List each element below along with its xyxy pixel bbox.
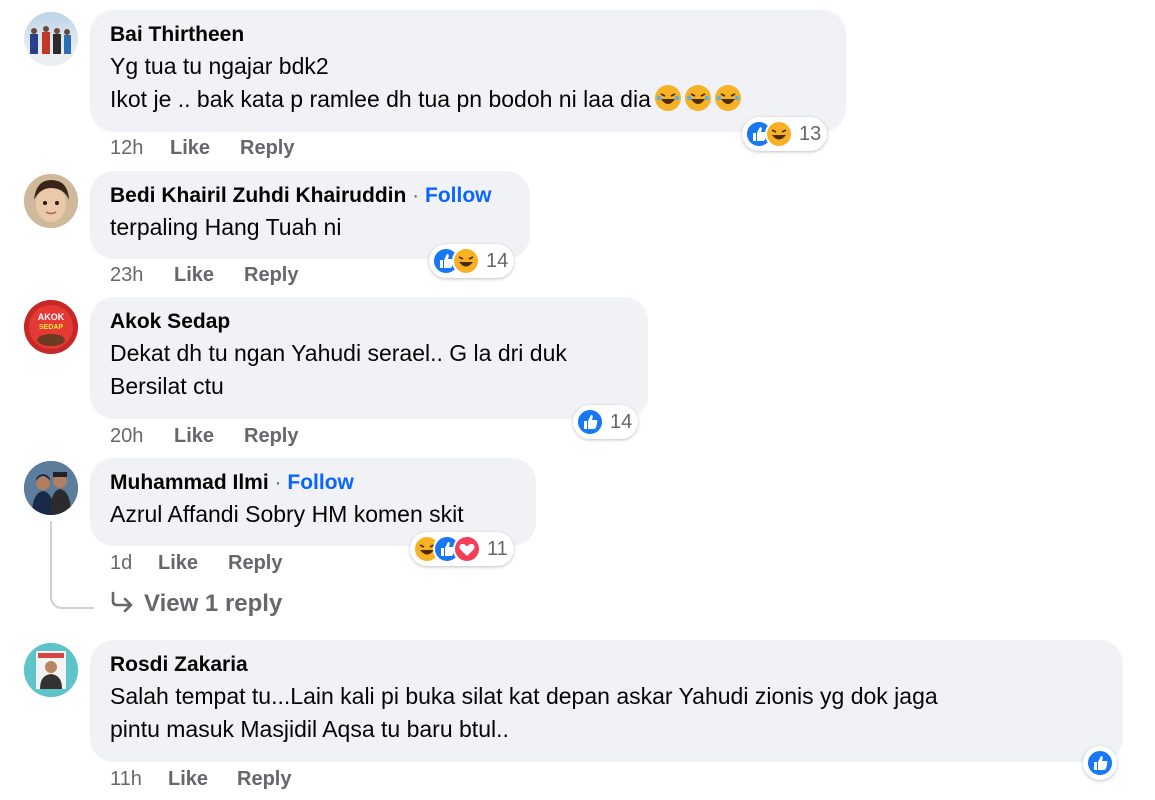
like-link[interactable]: Like bbox=[174, 425, 214, 448]
comment-author[interactable]: Akok Sedap bbox=[110, 307, 628, 337]
comment-text-line: Bersilat ctu bbox=[110, 373, 224, 399]
reaction-summary[interactable]: 14 bbox=[429, 244, 515, 278]
comment-author[interactable]: Bedi Khairil Zuhdi Khairuddin bbox=[110, 184, 406, 207]
comment-bubble: Rosdi Zakaria Salah tempat tu...Lain kal… bbox=[90, 640, 1123, 762]
like-reaction-icon bbox=[1086, 749, 1114, 777]
comment-author[interactable]: Rosdi Zakaria bbox=[110, 650, 1103, 680]
avatar-photo bbox=[24, 174, 78, 228]
comment-bubble: Akok Sedap Dekat dh tu ngan Yahudi serae… bbox=[90, 297, 648, 419]
like-link[interactable]: Like bbox=[170, 137, 210, 160]
reply-link[interactable]: Reply bbox=[244, 425, 298, 448]
separator-dot: · bbox=[412, 184, 420, 207]
comment-header: Bedi Khairil Zuhdi Khairuddin · Follow bbox=[110, 181, 510, 211]
avatar[interactable] bbox=[24, 461, 78, 515]
comment-bubble: Bai Thirtheen Yg tua tu ngajar bdk2 Ikot… bbox=[90, 10, 846, 132]
view-replies-label: View 1 reply bbox=[144, 590, 283, 617]
follow-button[interactable]: Follow bbox=[287, 471, 354, 494]
view-replies-link[interactable]: View 1 reply bbox=[110, 590, 282, 618]
comment-timestamp[interactable]: 11h bbox=[110, 768, 142, 791]
follow-button[interactable]: Follow bbox=[425, 184, 492, 207]
reply-link[interactable]: Reply bbox=[244, 264, 298, 287]
like-link[interactable]: Like bbox=[168, 768, 208, 791]
reaction-count: 14 bbox=[610, 410, 633, 433]
comment-text-line: Dekat dh tu ngan Yahudi serael.. G la dr… bbox=[110, 340, 567, 366]
comment-timestamp[interactable]: 12h bbox=[110, 137, 143, 160]
reaction-count: 14 bbox=[486, 249, 509, 272]
comment-author[interactable]: Muhammad Ilmi bbox=[110, 471, 269, 494]
comment-text-line: Azrul Affandi Sobry HM komen skit bbox=[110, 501, 464, 527]
avatar[interactable] bbox=[24, 643, 78, 697]
reaction-summary[interactable] bbox=[1083, 746, 1117, 780]
comment-text-line: Salah tempat tu...Lain kali pi buka sila… bbox=[110, 683, 938, 709]
avatar-photo: AKOK SEDAP bbox=[24, 300, 78, 354]
avatar-logo-text: AKOK bbox=[38, 312, 65, 322]
reaction-summary[interactable]: 11 bbox=[410, 532, 514, 566]
reply-link[interactable]: Reply bbox=[240, 137, 294, 160]
reaction-summary[interactable]: 13 bbox=[742, 117, 828, 151]
avatar[interactable] bbox=[24, 174, 78, 228]
like-link[interactable]: Like bbox=[174, 264, 214, 287]
love-reaction-icon bbox=[453, 535, 481, 563]
comment-timestamp[interactable]: 1d bbox=[110, 552, 132, 575]
haha-emoji bbox=[714, 85, 741, 111]
comment-timestamp[interactable]: 23h bbox=[110, 264, 143, 287]
avatar-photo bbox=[24, 26, 78, 66]
like-reaction-icon bbox=[576, 408, 604, 436]
comment-timestamp[interactable]: 20h bbox=[110, 425, 143, 448]
comment-text-line: Yg tua tu ngajar bdk2 bbox=[110, 53, 329, 79]
avatar[interactable] bbox=[24, 12, 78, 66]
avatar-photo bbox=[24, 461, 78, 515]
comment-author[interactable]: Bai Thirtheen bbox=[110, 20, 826, 50]
comment-text-line: Ikot je .. bak kata p ramlee dh tua pn b… bbox=[110, 86, 651, 112]
reaction-count: 13 bbox=[799, 122, 822, 145]
reply-link[interactable]: Reply bbox=[228, 552, 282, 575]
reaction-count: 11 bbox=[487, 537, 508, 560]
comment-header: Muhammad Ilmi · Follow bbox=[110, 468, 516, 498]
reaction-summary[interactable]: 14 bbox=[573, 405, 639, 439]
reply-link[interactable]: Reply bbox=[237, 768, 291, 791]
avatar-photo bbox=[24, 643, 78, 697]
haha-emoji bbox=[654, 85, 681, 111]
comment-text-line: terpaling Hang Tuah ni bbox=[110, 214, 342, 240]
haha-reaction-icon bbox=[765, 120, 793, 148]
reply-thread-line bbox=[50, 521, 94, 609]
avatar[interactable]: AKOK SEDAP bbox=[24, 300, 78, 354]
haha-emoji bbox=[684, 85, 711, 111]
like-link[interactable]: Like bbox=[158, 552, 198, 575]
svg-text:SEDAP: SEDAP bbox=[39, 324, 63, 331]
separator-dot: · bbox=[274, 471, 282, 494]
reply-arrow-icon bbox=[111, 591, 133, 613]
haha-reaction-icon bbox=[452, 247, 480, 275]
comment-text-line: pintu masuk Masjidil Aqsa tu baru btul.. bbox=[110, 716, 509, 742]
